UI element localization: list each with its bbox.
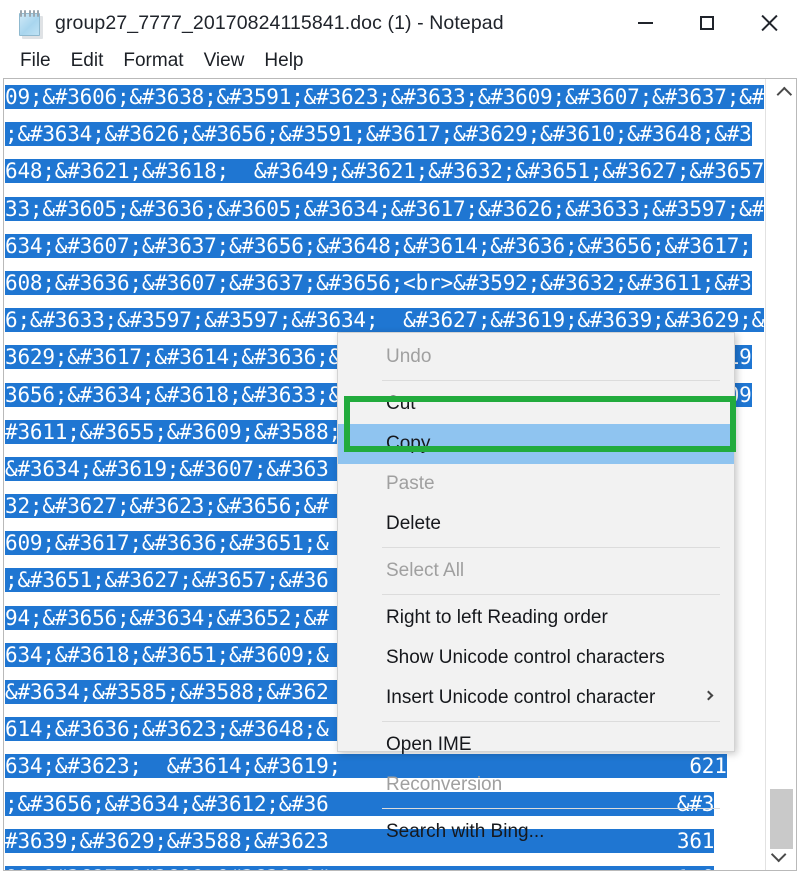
context-menu-item-label: Select All — [386, 560, 465, 581]
menu-file[interactable]: File — [10, 50, 61, 72]
menu-separator — [382, 594, 720, 595]
context-menu-item-label: Copy — [386, 433, 431, 454]
context-menu-item-insert-unicode-control-character[interactable]: Insert Unicode control character — [338, 678, 734, 718]
context-menu-item-open-ime[interactable]: Open IME — [338, 725, 734, 765]
context-menu-item-copy[interactable]: Copy — [338, 424, 734, 464]
menu-format[interactable]: Format — [113, 50, 193, 72]
context-menu-item-cut[interactable]: Cut — [338, 384, 734, 424]
context-menu[interactable]: Undo Cut Copy Paste Delete Select All Right to… — [337, 332, 735, 842]
text-line: 608;&#3636;&#3607;&#3637;&#3656;<br>&#35… — [5, 270, 752, 295]
menu-edit[interactable]: Edit — [61, 50, 114, 72]
context-menu-item-label: Right to left Reading order — [386, 607, 608, 628]
text-line: 33;&#3605;&#3636;&#3605;&#3634;&#3617;&#… — [5, 196, 765, 221]
menu-separator — [382, 547, 720, 548]
context-menu-item-label: Show Unicode control characters — [386, 647, 665, 668]
text-line: 634;&#3607;&#3637;&#3656;&#3648;&#3614;&… — [5, 233, 752, 258]
menu-help[interactable]: Help — [254, 50, 313, 72]
menu-bar: File Edit Format View Help — [0, 46, 800, 76]
context-menu-item-label: Reconversion — [386, 774, 503, 795]
context-menu-item-label: Search with Bing... — [386, 821, 545, 842]
minimize-icon — [637, 22, 653, 24]
context-menu-item-reconversion: Reconversion — [338, 765, 734, 805]
context-menu-item-search-with-bing[interactable]: Search with Bing... — [338, 812, 734, 852]
notepad-window: group27_7777_20170824115841.doc (1) - No… — [0, 0, 800, 875]
menu-separator — [382, 380, 720, 381]
close-button[interactable] — [738, 0, 800, 46]
context-menu-item-label: Open IME — [386, 734, 472, 755]
chevron-up-icon — [776, 86, 793, 103]
chevron-right-icon — [703, 690, 714, 701]
context-menu-item-label: Delete — [386, 513, 441, 534]
scroll-up-button[interactable] — [766, 79, 796, 110]
chevron-down-icon — [770, 846, 787, 863]
context-menu-item-select-all: Select All — [338, 551, 734, 591]
window-controls — [614, 0, 800, 46]
title-bar: group27_7777_20170824115841.doc (1) - No… — [0, 0, 800, 46]
vertical-scrollbar[interactable] — [765, 79, 796, 870]
notepad-icon — [17, 9, 43, 39]
minimize-button[interactable] — [614, 0, 676, 46]
text-line: 648;&#3621;&#3618; &#3649;&#3621;&#3632;… — [5, 159, 765, 184]
window-title: group27_7777_20170824115841.doc (1) - No… — [55, 11, 504, 34]
text-line: ;&#3634;&#3626;&#3656;&#3591;&#3617;&#36… — [5, 122, 752, 147]
close-icon — [760, 14, 778, 32]
context-menu-item-label: Cut — [386, 393, 416, 414]
context-menu-item-show-unicode-control-characters[interactable]: Show Unicode control characters — [338, 638, 734, 678]
maximize-icon — [700, 16, 714, 30]
context-menu-item-right-to-left-reading-order[interactable]: Right to left Reading order — [338, 598, 734, 638]
context-menu-item-undo: Undo — [338, 337, 734, 377]
context-menu-item-label: Insert Unicode control character — [386, 687, 656, 708]
text-line: 88;&#3627;&#3609;&#3638;&# 1;& — [4, 860, 766, 870]
text-line: 09;&#3606;&#3638;&#3591;&#3623;&#3633;&#… — [5, 85, 765, 109]
context-menu-item-delete[interactable]: Delete — [338, 504, 734, 544]
menu-view[interactable]: View — [194, 50, 255, 72]
context-menu-item-label: Paste — [386, 473, 435, 494]
scroll-down-button[interactable] — [766, 839, 796, 870]
context-menu-item-label: Undo — [386, 346, 432, 367]
context-menu-item-paste: Paste — [338, 464, 734, 504]
maximize-button[interactable] — [676, 0, 738, 46]
menu-separator — [382, 808, 720, 809]
menu-separator — [382, 721, 720, 722]
